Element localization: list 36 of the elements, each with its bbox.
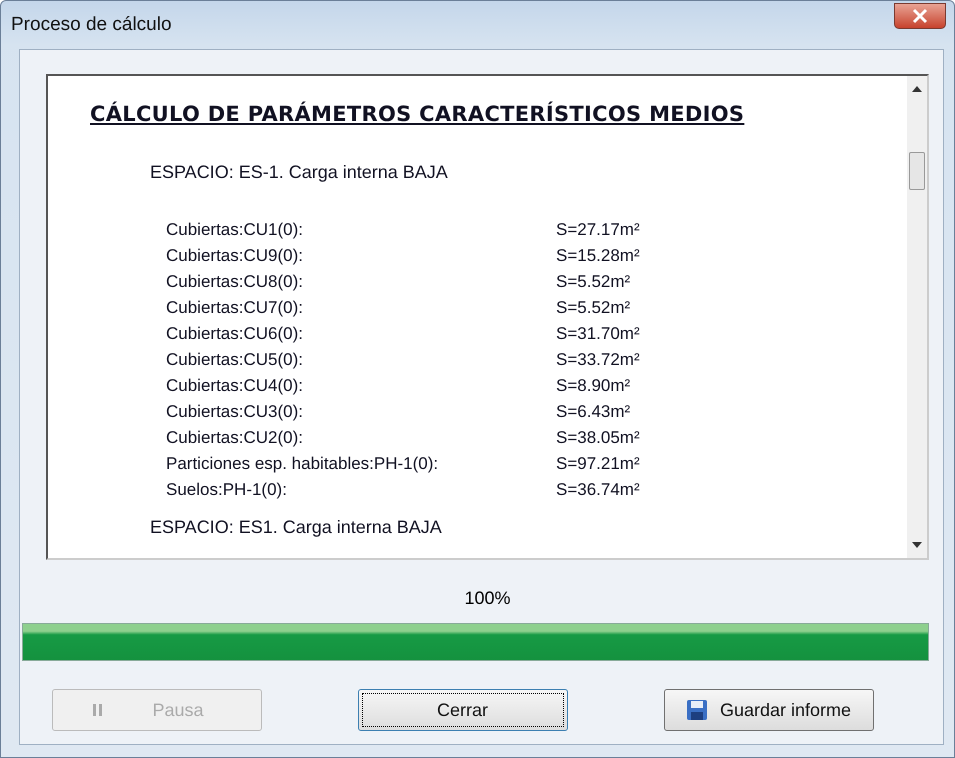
area-value: S=36.74m²	[556, 479, 641, 501]
element-name: Cubiertas:CU9(0):	[166, 245, 304, 267]
scrollbar[interactable]	[907, 76, 927, 558]
area-value: S=8.90m²	[556, 375, 632, 397]
window-title: Proceso de cálculo	[11, 14, 172, 36]
progress-percent: 100%	[464, 588, 511, 609]
area-value: S=97.21m²	[556, 453, 641, 475]
area-value: S=38.05m²	[556, 427, 641, 449]
element-name: Suelos:PH-1(0):	[166, 479, 288, 501]
element-name: Cubiertas:CU8(0):	[166, 271, 304, 293]
report-heading: CÁLCULO DE PARÁMETROS CARACTERÍSTICOS MEDIOS	[90, 102, 746, 126]
area-value: S=33.72m²	[556, 349, 641, 371]
close-dialog-button[interactable]: Cerrar	[358, 689, 568, 731]
section-title: ESPACIO: ES-1. Carga interna BAJA	[150, 162, 449, 183]
element-name: Cubiertas:CU2(0):	[166, 427, 304, 449]
area-value: S=5.52m²	[556, 297, 632, 319]
scroll-up-icon[interactable]	[912, 86, 922, 92]
pause-icon	[92, 704, 102, 716]
section-title: ESPACIO: ES1. Carga interna BAJA	[150, 517, 443, 538]
close-button[interactable]	[894, 3, 946, 29]
element-name: Particiones esp. habitables:PH-1(0):	[166, 453, 440, 475]
area-value: S=5.52m²	[556, 271, 632, 293]
element-name: Cubiertas:CU7(0):	[166, 297, 304, 319]
area-value: S=15.28m²	[556, 245, 641, 267]
close-icon	[911, 8, 929, 24]
scroll-down-icon[interactable]	[912, 542, 922, 548]
area-value: S=31.70m²	[556, 323, 641, 345]
element-name: Cubiertas:CU5(0):	[166, 349, 304, 371]
area-value: S=27.17m²	[556, 219, 641, 241]
element-name: Cubiertas:CU3(0):	[166, 401, 304, 423]
save-report-button[interactable]: Guardar informe	[664, 689, 874, 731]
element-name: Cubiertas:CU1(0):	[166, 219, 304, 241]
element-name: Cubiertas:CU6(0):	[166, 323, 304, 345]
element-name: Cubiertas:CU4(0):	[166, 375, 304, 397]
scroll-thumb[interactable]	[909, 152, 925, 190]
area-value: S=6.43m²	[556, 401, 632, 423]
